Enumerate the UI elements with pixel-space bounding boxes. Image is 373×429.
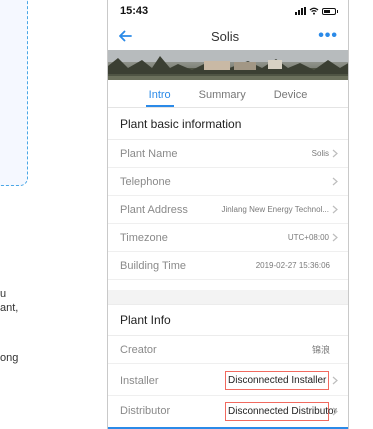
row-label: Distributor <box>120 405 171 417</box>
tab-device[interactable]: Device <box>274 80 308 107</box>
row-label: Telephone <box>120 175 171 188</box>
row-value: UTC+08:00 <box>287 233 329 242</box>
row-label: Installer <box>120 374 159 387</box>
chevron-right-icon <box>332 149 338 158</box>
row-label: Timezone <box>120 231 168 244</box>
left-text-line-2: ant, <box>0 302 19 314</box>
status-icons <box>294 7 338 15</box>
left-text-line-3: ong <box>0 352 19 364</box>
wifi-icon <box>309 7 318 15</box>
row-value: 2019-02-27 15:36:06 <box>255 261 330 270</box>
more-icon[interactable]: ••• <box>318 27 338 45</box>
row-telephone[interactable]: Telephone <box>108 168 348 196</box>
chevron-right-icon <box>332 376 338 385</box>
chevron-right-icon <box>332 205 338 214</box>
row-value: Solis <box>311 149 329 158</box>
page-title: Solis <box>211 28 240 44</box>
plant-photo <box>108 50 348 80</box>
signal-icon <box>294 7 306 15</box>
row-plant-name[interactable]: Plant Name Solis <box>108 140 348 168</box>
status-time: 15:43 <box>120 5 149 17</box>
phone-screen: 15:43 Solis ••• Intro Summary Device Pla… <box>107 0 349 429</box>
plant-photo-image <box>108 50 348 80</box>
row-value: Jinlang New Energy Technol... <box>221 205 329 214</box>
row-value: 锦浪 <box>311 345 330 355</box>
row-label: Creator <box>120 343 157 356</box>
chevron-right-icon <box>332 177 338 186</box>
left-text-line-1: u <box>0 288 7 300</box>
section-divider <box>108 290 348 304</box>
row-distributor[interactable]: Distributor Disconnected Distributor <box>108 396 348 426</box>
section-title-basic-info: Plant basic information <box>108 108 348 140</box>
tab-summary[interactable]: Summary <box>199 80 246 107</box>
chevron-right-icon <box>332 407 338 415</box>
row-plant-address[interactable]: Plant Address Jinlang New Energy Technol… <box>108 196 348 224</box>
battery-icon <box>321 7 338 15</box>
row-label: Plant Name <box>120 147 178 160</box>
row-label: Plant Address <box>120 203 188 216</box>
row-installer[interactable]: Installer Disconnected Installer <box>108 366 348 396</box>
chevron-right-icon <box>332 233 338 242</box>
back-arrow-icon[interactable] <box>118 29 132 43</box>
row-creator: Creator 锦浪 <box>108 336 348 364</box>
row-label: Building Time <box>120 259 187 272</box>
tab-bar: Intro Summary Device <box>108 80 348 108</box>
status-bar: 15:43 <box>108 0 348 22</box>
section-title-plant-info: Plant Info <box>108 304 348 336</box>
installer-value: Disconnected Installer <box>225 371 329 390</box>
row-timezone[interactable]: Timezone UTC+08:00 <box>108 224 348 252</box>
left-info-card <box>0 0 28 186</box>
distributor-value: Disconnected Distributor <box>225 401 337 421</box>
row-building-time: Building Time 2019-02-27 15:36:06 <box>108 252 348 280</box>
tab-intro[interactable]: Intro <box>145 80 174 107</box>
nav-bar: Solis ••• <box>108 22 348 50</box>
